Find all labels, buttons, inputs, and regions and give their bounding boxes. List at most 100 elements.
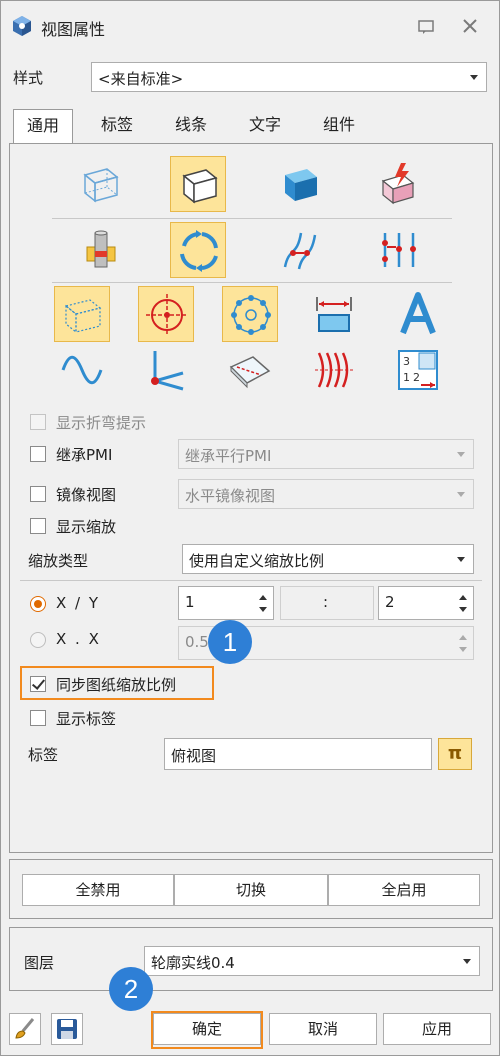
- ok-button-highlight: [151, 1011, 263, 1049]
- wireframe-cube-icon: [83, 168, 119, 203]
- options-divider: [20, 580, 482, 581]
- ratio-y-value: 2: [385, 593, 395, 611]
- hidden-line-view-button[interactable]: [170, 156, 226, 212]
- spline-button[interactable]: [54, 342, 110, 398]
- label-field-label: 标签: [28, 746, 59, 764]
- disable-all-button[interactable]: 全禁用: [22, 874, 174, 906]
- crosshair-icon: [146, 294, 188, 336]
- show-bend-hint-checkbox[interactable]: [30, 414, 46, 430]
- sync-scale-highlight: [20, 666, 214, 700]
- spin-up-icon[interactable]: [259, 595, 267, 600]
- ratio-separator: :: [280, 586, 374, 620]
- thread-arcs-icon: [315, 352, 353, 388]
- tab-general[interactable]: 通用: [13, 109, 73, 145]
- label-input[interactable]: 俯视图: [164, 738, 432, 770]
- tab-bar: 通用 标签 线条 文字 组件: [9, 109, 493, 145]
- section-view-button[interactable]: [72, 222, 128, 278]
- show-scale-label: 显示缩放: [56, 518, 117, 536]
- ratio-x-value: 1: [185, 593, 195, 611]
- axis-lines-icon: [151, 351, 184, 391]
- ratio-colon: :: [323, 593, 329, 611]
- tab-text[interactable]: 文字: [235, 109, 295, 143]
- view-properties-app-icon: [13, 16, 31, 36]
- bolt-circle-icon: [231, 295, 271, 335]
- show-label-checkbox[interactable]: [30, 710, 46, 726]
- style-select[interactable]: <来自标准>: [91, 62, 487, 92]
- tab-label[interactable]: 标签: [87, 109, 147, 143]
- ratio-x-stepper[interactable]: 1: [178, 586, 274, 620]
- tab-components[interactable]: 组件: [309, 109, 369, 143]
- svg-text:3: 3: [403, 355, 410, 368]
- spin-down-icon[interactable]: [459, 607, 467, 612]
- layer-select[interactable]: 轮廓实线0.4: [144, 946, 480, 976]
- mirror-view-label: 镜像视图: [56, 486, 117, 504]
- sheet-plate-icon: [229, 356, 271, 389]
- title-bar: 视图属性: [1, 1, 499, 51]
- brush-button[interactable]: [9, 1013, 41, 1045]
- callout-two: 2: [109, 967, 153, 1011]
- icon-row-divider: [52, 218, 452, 219]
- pi-symbol-button[interactable]: π: [438, 738, 472, 770]
- mirror-view-select[interactable]: 水平镜像视图: [178, 479, 474, 509]
- save-button[interactable]: [51, 1013, 83, 1045]
- rotate-view-button[interactable]: [170, 222, 226, 278]
- spin-down-icon[interactable]: [259, 607, 267, 612]
- ratio-y-stepper[interactable]: 2: [378, 586, 474, 620]
- label-input-value: 俯视图: [171, 747, 217, 765]
- inherit-pmi-label: 继承PMI: [56, 446, 113, 464]
- scale-type-select-value: 使用自定义缩放比例: [189, 552, 325, 570]
- decimal-value: 0.5: [185, 633, 209, 651]
- mirror-view-checkbox[interactable]: [30, 486, 46, 502]
- rotate-arrows-icon: [180, 230, 218, 272]
- layer-group: 图层 轮廓实线0.4: [9, 927, 493, 991]
- switch-button[interactable]: 切换: [174, 874, 328, 906]
- chevron-down-icon: [470, 75, 478, 80]
- minimize-panel-icon[interactable]: [415, 15, 437, 37]
- svg-text:1: 1: [403, 371, 410, 384]
- general-tab-panel: 3 1 2 显示折弯提示 继承PMI 继承平行PMI 镜像视图 水平镜像视图 显…: [9, 143, 493, 853]
- inherit-pmi-select[interactable]: 继承平行PMI: [178, 439, 474, 469]
- decimal-label: X . X: [56, 630, 101, 648]
- bolt-circle-button[interactable]: [222, 286, 278, 342]
- numbered-grid-icon: 3 1 2: [398, 350, 438, 390]
- show-scale-checkbox[interactable]: [30, 518, 46, 534]
- chevron-down-icon: [457, 557, 465, 562]
- dimension-lines-button[interactable]: [370, 222, 426, 278]
- enable-all-button[interactable]: 全启用: [328, 874, 480, 906]
- bounding-box-button[interactable]: [54, 286, 110, 342]
- ratio-xy-radio[interactable]: [30, 596, 46, 612]
- window-title: 视图属性: [41, 20, 106, 39]
- curve-lines-icon: [283, 232, 317, 270]
- spin-up-icon[interactable]: [459, 635, 467, 640]
- toggle-buttons-group: 全禁用 切换 全启用: [9, 859, 493, 919]
- apply-button[interactable]: 应用: [383, 1013, 491, 1045]
- spin-up-icon[interactable]: [459, 595, 467, 600]
- text-style-button[interactable]: [390, 286, 446, 342]
- scale-type-select[interactable]: 使用自定义缩放比例: [182, 544, 474, 574]
- sheet-metal-button[interactable]: [222, 342, 278, 398]
- view-layout-button[interactable]: 3 1 2: [390, 342, 446, 398]
- tangent-lines-button[interactable]: [272, 222, 328, 278]
- shaded-view-button[interactable]: [272, 156, 328, 212]
- mirror-view-select-value: 水平镜像视图: [185, 487, 276, 505]
- ratio-xy-label: X / Y: [56, 594, 101, 612]
- hidden-line-cube-icon: [182, 169, 218, 204]
- layer-label: 图层: [24, 954, 55, 972]
- center-mark-button[interactable]: [138, 286, 194, 342]
- wireframe-view-button[interactable]: [72, 156, 128, 212]
- tab-lines[interactable]: 线条: [161, 109, 221, 143]
- decimal-radio[interactable]: [30, 632, 46, 648]
- explode-view-button[interactable]: [370, 156, 426, 212]
- dashed-box-icon: [64, 299, 102, 334]
- dimension-button[interactable]: [306, 286, 362, 342]
- chevron-down-icon: [457, 452, 465, 457]
- axis-button[interactable]: [138, 342, 194, 398]
- spin-down-icon[interactable]: [459, 647, 467, 652]
- inherit-pmi-checkbox[interactable]: [30, 446, 46, 462]
- close-icon[interactable]: [459, 15, 481, 37]
- cancel-button[interactable]: 取消: [269, 1013, 377, 1045]
- show-bend-hint-label: 显示折弯提示: [56, 414, 147, 432]
- thread-button[interactable]: [306, 342, 362, 398]
- shaded-cube-icon: [285, 169, 317, 201]
- style-label: 样式: [13, 69, 44, 87]
